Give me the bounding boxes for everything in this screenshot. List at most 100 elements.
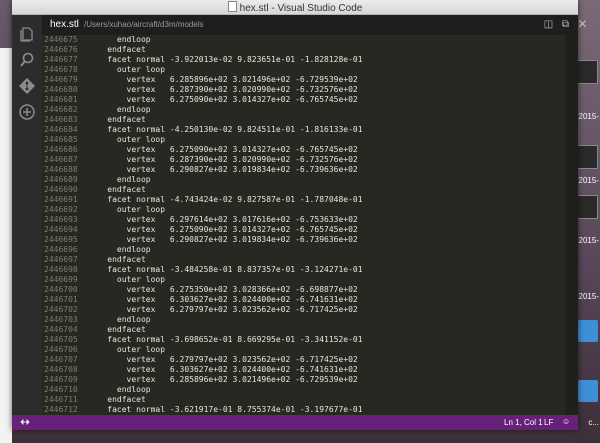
background-window-edge	[0, 48, 12, 443]
line-number: 2446697	[44, 255, 78, 264]
code-text: vertex 6.275090e+02 3.014327e+02 -6.7657…	[88, 95, 358, 104]
code-editor[interactable]: 2446675 endloop 2446676 endfacet 2446677 f…	[42, 35, 578, 415]
code-text: outer loop	[88, 345, 166, 354]
desktop-file-thumbnail[interactable]	[576, 145, 598, 169]
line-number: 2446690	[44, 185, 78, 194]
code-text: vertex 6.279797e+02 3.023562e+02 -6.7174…	[88, 355, 358, 364]
line-ending[interactable]: LF	[544, 418, 553, 427]
feedback-smiley-icon[interactable]: ☺	[562, 417, 570, 426]
editor-tab-bar: hex.stl /Users/xuhao/aircraft/d3m/models…	[42, 15, 588, 35]
window-title: hex.stl - Visual Studio Code	[12, 1, 578, 14]
code-text: outer loop	[88, 135, 166, 144]
line-number: 2446691	[44, 195, 78, 204]
code-text: vertex 6.287390e+02 3.020990e+02 -6.7325…	[88, 85, 358, 94]
code-text: facet normal -3.698652e-01 8.669295e-01 …	[88, 335, 363, 344]
desktop-file-label: 2015-	[578, 292, 599, 301]
split-editor-icon[interactable]: ◫	[543, 19, 554, 30]
code-text: vertex 6.279797e+02 3.023562e+02 -6.7174…	[88, 305, 358, 314]
code-text: facet normal -4.743424e-02 9.827587e-01 …	[88, 195, 363, 204]
code-text: vertex 6.303627e+02 3.024400e+02 -6.7416…	[88, 365, 358, 374]
line-number: 2446683	[44, 115, 78, 124]
line-number: 2446696	[44, 245, 78, 254]
desktop-folder-icon[interactable]	[578, 380, 598, 402]
editor-tab-filename[interactable]: hex.stl	[50, 19, 79, 30]
line-number: 2446685	[44, 135, 78, 144]
line-number: 2446701	[44, 295, 78, 304]
line-number: 2446682	[44, 105, 78, 114]
code-text: facet normal -3.484258e-01 8.837357e-01 …	[88, 265, 363, 274]
vscode-window: hex.stl - Visual Studio Code hex.stl /Us…	[12, 0, 588, 430]
line-number: 2446695	[44, 235, 78, 244]
cursor-position[interactable]: Ln 1, Col 1	[504, 418, 543, 427]
code-text: endfacet	[88, 115, 146, 124]
window-title-text: hex.stl - Visual Studio Code	[239, 3, 363, 14]
code-text: vertex 6.285896e+02 3.021496e+02 -6.7295…	[88, 375, 358, 384]
code-text: vertex 6.275090e+02 3.014327e+02 -6.7657…	[88, 225, 358, 234]
code-text: endfacet	[88, 255, 146, 264]
line-number: 2446694	[44, 225, 78, 234]
line-number: 2446677	[44, 55, 78, 64]
line-number: 2446675	[44, 35, 78, 44]
editor-tab-path: /Users/xuhao/aircraft/d3m/models	[84, 20, 204, 29]
line-number: 2446698	[44, 265, 78, 274]
more-actions-icon[interactable]: ⧉	[560, 19, 571, 30]
line-number: 2446686	[44, 145, 78, 154]
line-number: 2446700	[44, 285, 78, 294]
desktop-file-label: 2015-	[578, 236, 599, 245]
files-icon[interactable]	[18, 25, 36, 43]
desktop-file-label: 2015-	[578, 176, 599, 185]
code-text: vertex 6.297614e+02 3.017616e+02 -6.7536…	[88, 215, 358, 224]
desktop-file-label: 2015-	[578, 112, 599, 121]
code-text: facet normal -4.250130e-02 9.824511e-01 …	[88, 125, 363, 134]
extensions-icon[interactable]	[18, 103, 36, 121]
code-text: outer loop	[88, 205, 166, 214]
code-text: outer loop	[88, 275, 166, 284]
editor-scrollbar[interactable]	[565, 35, 578, 415]
code-text: vertex 6.285896e+02 3.021496e+02 -6.7295…	[88, 75, 358, 84]
code-text: vertex 6.290827e+02 3.019834e+02 -6.7396…	[88, 165, 358, 174]
line-number: 2446706	[44, 345, 78, 354]
search-icon[interactable]	[18, 51, 36, 69]
code-text: vertex 6.275350e+02 3.028366e+02 -6.6988…	[88, 285, 358, 294]
code-text: endloop	[88, 315, 151, 324]
line-number: 2446679	[44, 75, 78, 84]
line-number: 2446681	[44, 95, 78, 104]
line-number: 2446707	[44, 355, 78, 364]
line-number: 2446687	[44, 155, 78, 164]
desktop-folder-icon[interactable]	[578, 320, 598, 342]
code-text: endloop	[88, 385, 151, 394]
close-icon[interactable]: ✕	[577, 18, 588, 30]
code-text: facet normal -3.922013e-02 9.823651e-01 …	[88, 55, 363, 64]
line-number: 2446699	[44, 275, 78, 284]
title-bar[interactable]: hex.stl - Visual Studio Code	[12, 0, 578, 15]
line-number: 2446709	[44, 375, 78, 384]
status-bar: Ln 1, Col 1 LF ☺	[12, 415, 578, 430]
code-text: vertex 6.303627e+02 3.024400e+02 -6.7416…	[88, 295, 358, 304]
line-number: 2446703	[44, 315, 78, 324]
git-icon[interactable]	[18, 77, 36, 95]
status-bar-icon[interactable]	[20, 417, 30, 429]
desktop-file-thumbnail[interactable]	[576, 60, 598, 84]
code-text: vertex 6.275090e+02 3.014327e+02 -6.7657…	[88, 145, 358, 154]
code-text: endfacet	[88, 325, 146, 334]
code-text: endloop	[88, 35, 151, 44]
code-text: facet normal -3.621917e-01 8.755374e-01 …	[88, 405, 363, 414]
desktop-file-label: c...	[588, 418, 599, 427]
code-text: endfacet	[88, 185, 146, 194]
code-text: vertex 6.287390e+02 3.020990e+02 -6.7325…	[88, 155, 358, 164]
code-text: endloop	[88, 105, 151, 114]
line-number: 2446688	[44, 165, 78, 174]
line-number: 2446692	[44, 205, 78, 214]
code-text: endloop	[88, 245, 151, 254]
line-number: 2446704	[44, 325, 78, 334]
line-number: 2446678	[44, 65, 78, 74]
code-text: endloop	[88, 175, 151, 184]
line-number: 2446676	[44, 45, 78, 54]
code-text: endfacet	[88, 395, 146, 404]
line-number: 2446711	[44, 395, 78, 404]
code-text: vertex 6.290827e+02 3.019834e+02 -6.7396…	[88, 235, 358, 244]
file-icon	[227, 1, 237, 12]
code-text: endfacet	[88, 45, 146, 54]
desktop-file-thumbnail[interactable]	[576, 195, 598, 219]
line-number: 2446693	[44, 215, 78, 224]
